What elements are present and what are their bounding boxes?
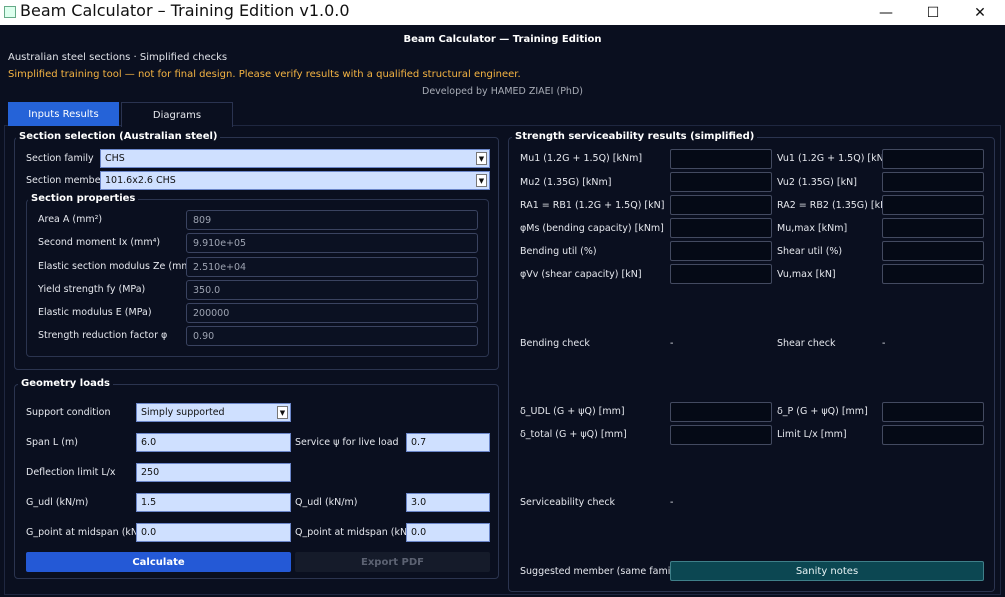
q-udl-label: Q_udl (kN/m): [295, 497, 358, 508]
developer-credit: Developed by HAMED ZIAEI (PhD): [422, 86, 583, 97]
support-condition-value: Simply supported: [141, 407, 225, 418]
section-selection-title: Section selection (Australian steel): [16, 131, 221, 142]
psi-input[interactable]: 0.7: [406, 433, 490, 452]
tab-inputs-results[interactable]: Inputs Results: [8, 102, 119, 126]
geometry-loads-title: Geometry loads: [18, 378, 113, 389]
delta-p-output: [882, 402, 984, 422]
sanity-notes-button[interactable]: Sanity notes: [670, 561, 984, 581]
vu-max-output: [882, 264, 984, 284]
ra2-output: [882, 195, 984, 215]
mu2-output: [670, 172, 772, 192]
delta-udl-output: [670, 402, 772, 422]
chevron-down-icon[interactable]: ▼: [476, 152, 487, 165]
minimize-button[interactable]: —: [863, 0, 909, 25]
result-label: Mu2 (1.35G) [kNm]: [520, 177, 612, 188]
app-subtitle: Australian steel sections · Simplified c…: [8, 52, 228, 63]
property-label: Second moment Ix (mm⁴): [38, 237, 161, 248]
serviceability-check-label: Serviceability check: [520, 497, 616, 508]
calculate-button[interactable]: Calculate: [26, 552, 291, 572]
section-properties-title: Section properties: [28, 193, 139, 204]
result-label: Vu1 (1.2G + 1.5Q) [kN]: [777, 153, 888, 164]
section-family-value: CHS: [105, 153, 125, 164]
property-ze-value: 2.510e+04: [186, 257, 478, 277]
result-label: Mu1 (1.2G + 1.5Q) [kNm]: [520, 153, 643, 164]
app-icon: [4, 6, 16, 18]
result-label: Vu,max [kN]: [777, 269, 836, 280]
result-label: Vu2 (1.35G) [kN]: [777, 177, 857, 188]
delta-total-output: [670, 425, 772, 445]
property-label: Elastic modulus E (MPa): [38, 307, 152, 318]
bending-check-status: -: [670, 338, 674, 349]
limit-label: Limit L/x [mm]: [777, 429, 847, 440]
suggested-member-label: Suggested member (same family): [520, 566, 683, 577]
limit-output: [882, 425, 984, 445]
vu1-output: [882, 149, 984, 169]
shear-util-output: [882, 241, 984, 261]
section-family-label: Section family: [26, 153, 94, 164]
q-udl-input[interactable]: 3.0: [406, 493, 490, 512]
chevron-down-icon[interactable]: ▼: [277, 406, 288, 419]
tab-diagrams[interactable]: Diagrams: [121, 102, 233, 127]
result-label: φMs (bending capacity) [kNm]: [520, 223, 664, 234]
bending-util-output: [670, 241, 772, 261]
export-pdf-button[interactable]: Export PDF: [295, 552, 490, 572]
chevron-down-icon[interactable]: ▼: [476, 174, 487, 187]
property-area-value: 809: [186, 210, 478, 230]
section-member-value: 101.6x2.6 CHS: [105, 175, 176, 186]
serviceability-check-status: -: [670, 497, 674, 508]
support-condition-label: Support condition: [26, 407, 111, 418]
psi-label: Service ψ for live load: [295, 437, 399, 448]
shear-check-status: -: [882, 338, 886, 349]
delta-udl-label: δ_UDL (G + ψQ) [mm]: [520, 406, 625, 417]
results-title: Strength serviceability results (simplif…: [512, 131, 758, 142]
span-label: Span L (m): [26, 437, 78, 448]
property-label: Yield strength fy (MPa): [38, 284, 146, 295]
disclaimer-warning: Simplified training tool — not for final…: [8, 69, 521, 80]
delta-p-label: δ_P (G + ψQ) [mm]: [777, 406, 868, 417]
ra1-output: [670, 195, 772, 215]
phi-vv-output: [670, 264, 772, 284]
window-title: Beam Calculator – Training Edition v1.0.…: [20, 1, 350, 20]
result-label: Mu,max [kNm]: [777, 223, 848, 234]
delta-total-label: δ_total (G + ψQ) [mm]: [520, 429, 627, 440]
app-heading: Beam Calculator — Training Edition: [403, 34, 602, 45]
support-condition-select[interactable]: Simply supported ▼: [136, 403, 291, 422]
span-input[interactable]: 6.0: [136, 433, 291, 452]
phi-ms-output: [670, 218, 772, 238]
mu-max-output: [882, 218, 984, 238]
property-label: Elastic section modulus Ze (mm³): [38, 261, 199, 272]
maximize-button[interactable]: ☐: [910, 0, 956, 25]
property-ix-value: 9.910e+05: [186, 233, 478, 253]
result-label: RA2 = RB2 (1.35G) [kN]: [777, 200, 891, 211]
property-label: Area A (mm²): [38, 214, 103, 225]
vu2-output: [882, 172, 984, 192]
section-member-select[interactable]: 101.6x2.6 CHS ▼: [100, 171, 490, 190]
mu1-output: [670, 149, 772, 169]
result-label: Shear util (%): [777, 246, 843, 257]
q-point-label: Q_point at midspan (kN): [295, 527, 411, 538]
result-label: φVv (shear capacity) [kN]: [520, 269, 642, 280]
property-label: Strength reduction factor φ: [38, 330, 168, 341]
close-button[interactable]: ✕: [957, 0, 1003, 25]
shear-check-label: Shear check: [777, 338, 836, 349]
result-label: RA1 = RB1 (1.2G + 1.5Q) [kN]: [520, 200, 665, 211]
property-phi-value: 0.90: [186, 326, 478, 346]
result-label: Bending util (%): [520, 246, 597, 257]
property-e-value: 200000: [186, 303, 478, 323]
g-udl-input[interactable]: 1.5: [136, 493, 291, 512]
property-fy-value: 350.0: [186, 280, 478, 300]
deflection-limit-input[interactable]: 250: [136, 463, 291, 482]
deflection-limit-label: Deflection limit L/x: [26, 467, 116, 478]
g-point-input[interactable]: 0.0: [136, 523, 291, 542]
q-point-input[interactable]: 0.0: [406, 523, 490, 542]
g-udl-label: G_udl (kN/m): [26, 497, 89, 508]
section-member-label: Section member: [26, 175, 105, 186]
g-point-label: G_point at midspan (kN): [26, 527, 142, 538]
bending-check-label: Bending check: [520, 338, 590, 349]
section-family-select[interactable]: CHS ▼: [100, 149, 490, 168]
